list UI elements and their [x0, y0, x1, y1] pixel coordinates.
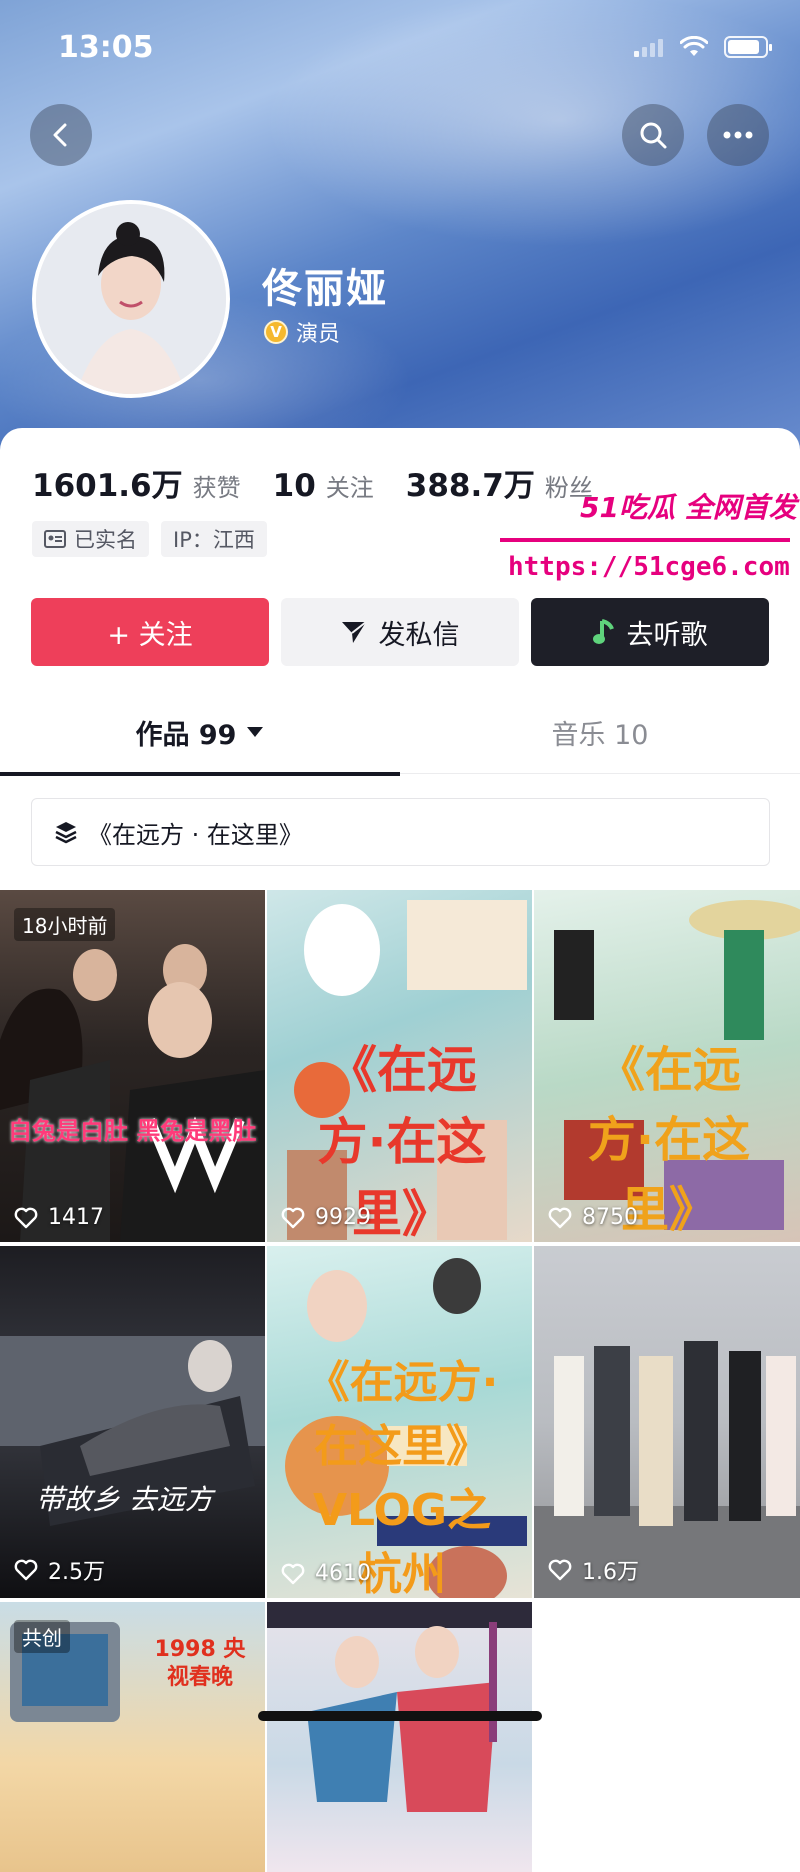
verified-badge-icon: V [264, 320, 288, 344]
video-time-badge: 18小时前 [14, 908, 115, 941]
chevron-left-icon [48, 122, 74, 148]
listen-music-button[interactable]: 去听歌 [531, 598, 769, 666]
video-likes-count: 2.5万 [48, 1554, 105, 1586]
video-thumbnail[interactable] [267, 1602, 532, 1872]
heart-icon [548, 1207, 572, 1229]
profile-name: 佟丽娅 [262, 256, 388, 314]
heart-icon [281, 1207, 305, 1229]
video-likes: 8750 [548, 1205, 638, 1230]
follow-button-label: + 关注 [107, 613, 192, 652]
music-note-icon [593, 619, 615, 645]
verified-label: 演员 [296, 316, 340, 348]
heart-icon [548, 1559, 572, 1581]
video-likes-count: 9929 [315, 1205, 371, 1230]
status-bar: 13:05 [0, 0, 800, 100]
real-name-tag: 已实名 [32, 521, 149, 557]
video-thumbnail-image [0, 890, 265, 1242]
video-likes: 4610 [281, 1561, 371, 1586]
wifi-icon [680, 36, 708, 58]
video-likes: 9929 [281, 1205, 371, 1230]
verified-row: V 演员 [264, 316, 340, 348]
video-likes: 1417 [14, 1205, 104, 1230]
collection-label: 《在远方 · 在这里》 [88, 815, 303, 850]
video-grid: 自兔是白肚 黑兔是黑肚 18小时前 1417 《在远方·在这里》VLOG之 南京… [0, 890, 800, 1872]
tab-music[interactable]: 音乐 10 [400, 690, 800, 774]
co-creation-badge: 共创 [14, 1620, 70, 1653]
video-likes-count: 4610 [315, 1561, 371, 1586]
active-tab-indicator [0, 772, 400, 776]
tab-music-label: 音乐 10 [552, 713, 649, 752]
video-thumbnail-image [534, 1246, 800, 1598]
layers-icon [54, 820, 78, 844]
tab-works[interactable]: 作品 99 [0, 690, 400, 774]
search-button[interactable] [622, 104, 684, 166]
back-button[interactable] [30, 104, 92, 166]
status-time: 13:05 [58, 30, 154, 65]
video-thumbnail[interactable]: 自兔是白肚 黑兔是黑肚 18小时前 1417 [0, 890, 265, 1242]
watermark-title: 51吃瓜 全网首发 [580, 486, 797, 526]
heart-icon [281, 1563, 305, 1585]
watermark-divider [500, 538, 790, 542]
likes-label: 获赞 [193, 468, 241, 503]
listen-music-label: 去听歌 [627, 613, 708, 652]
action-buttons: + 关注 发私信 去听歌 [31, 598, 769, 666]
video-thumbnail[interactable]: 1.6万 [534, 1246, 800, 1598]
profile-tags: 已实名 IP：江西 [32, 521, 267, 557]
search-icon [638, 120, 668, 150]
content-tabs: 作品 99 音乐 10 [0, 690, 800, 774]
video-caption: 带故乡 去远方 [36, 1478, 213, 1518]
video-thumbnail-image [267, 1602, 532, 1872]
following-label: 关注 [326, 468, 374, 503]
collection-row[interactable]: 《在远方 · 在这里》 [31, 798, 770, 866]
video-thumbnail[interactable]: 《在远方·在这里》VLOG之 杭州 4610 [267, 1246, 532, 1598]
likes-count[interactable]: 1601.6万 [32, 460, 183, 505]
video-likes-count: 8750 [582, 1205, 638, 1230]
heart-icon [14, 1559, 38, 1581]
id-card-icon [44, 530, 66, 548]
message-button-label: 发私信 [379, 613, 460, 652]
watermark-url: https://51cge6.com [508, 552, 790, 582]
more-dots-icon [723, 131, 753, 139]
more-button[interactable] [707, 104, 769, 166]
follow-button[interactable]: + 关注 [31, 598, 269, 666]
home-indicator [258, 1711, 542, 1721]
cellular-signal-icon [634, 37, 664, 57]
ip-location-tag: IP：江西 [161, 521, 267, 557]
tab-works-label: 作品 99 [136, 713, 237, 752]
video-likes-count: 1.6万 [582, 1554, 639, 1586]
battery-icon [724, 36, 768, 58]
avatar[interactable] [32, 200, 230, 398]
caret-down-icon [246, 726, 264, 738]
video-thumbnail[interactable]: 《在远方·在这里》VLOG之 南京 9929 [267, 890, 532, 1242]
real-name-label: 已实名 [74, 524, 137, 554]
following-count[interactable]: 10 [273, 468, 316, 504]
video-likes: 1.6万 [548, 1554, 639, 1586]
video-thumbnail[interactable]: 《在远方·在这里》VLOG之 苏州 8750 [534, 890, 800, 1242]
ip-location-label: IP：江西 [173, 524, 255, 554]
message-button[interactable]: 发私信 [281, 598, 519, 666]
video-caption: 自兔是白肚 黑兔是黑肚 [8, 1115, 256, 1147]
video-caption: 1998 央视春晚 [150, 1636, 250, 1692]
video-likes-count: 1417 [48, 1205, 104, 1230]
send-message-icon [341, 620, 367, 644]
status-icons [634, 36, 768, 58]
video-likes: 2.5万 [14, 1554, 105, 1586]
watermark-overlay: 51吃瓜 全网首发 https://51cge6.com [500, 486, 800, 596]
heart-icon [14, 1207, 38, 1229]
video-thumbnail[interactable]: 1998 央视春晚 共创 [0, 1602, 265, 1872]
avatar-portrait-image [36, 204, 226, 394]
video-thumbnail[interactable]: 带故乡 去远方 2.5万 [0, 1246, 265, 1598]
video-thumbnail-image [0, 1246, 265, 1598]
